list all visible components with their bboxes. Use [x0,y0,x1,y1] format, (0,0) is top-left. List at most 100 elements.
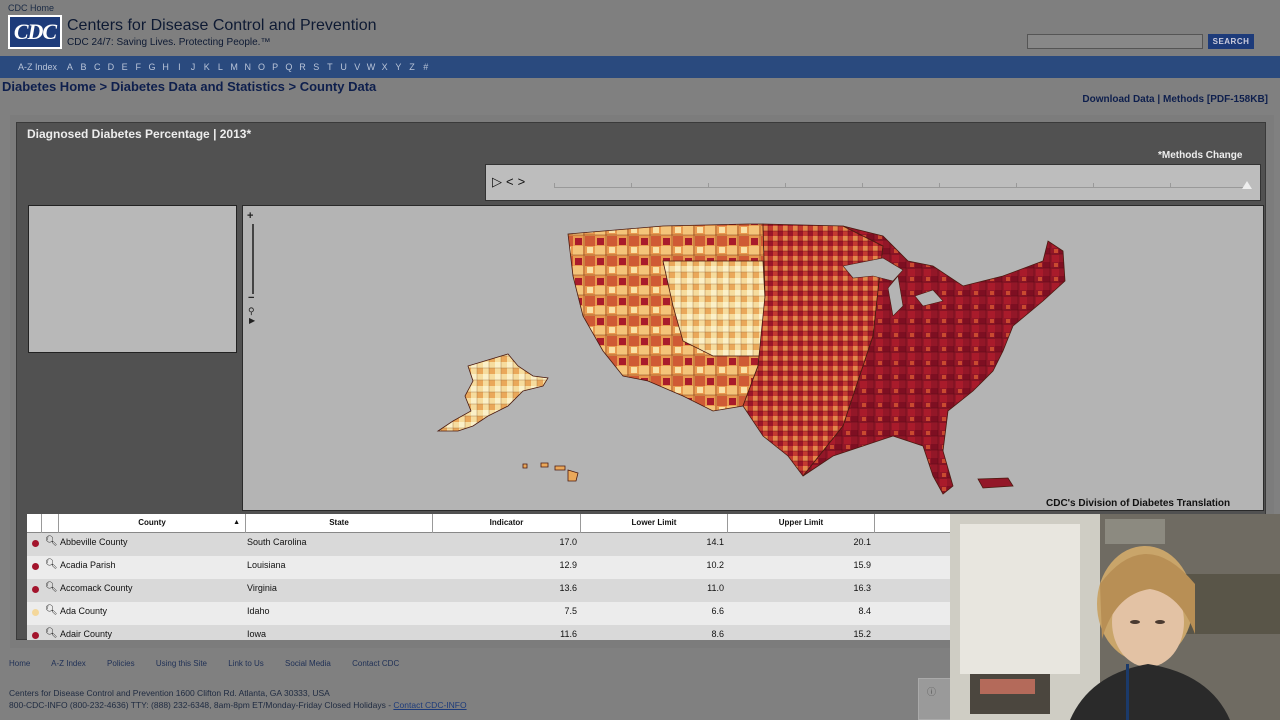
az-letter[interactable]: A [63,62,77,72]
cell-state: Louisiana [247,560,286,570]
az-letter[interactable]: X [378,62,392,72]
az-letter[interactable]: U [337,62,351,72]
az-letter[interactable]: Z [405,62,419,72]
az-letter[interactable]: V [350,62,364,72]
zoom-to-county-icon[interactable]: 🔍︎ [45,559,58,570]
zoom-to-county-icon[interactable]: 🔍︎ [45,628,58,639]
presenter-video-frame [950,514,1280,720]
cdc-home-link[interactable]: CDC Home [8,3,54,13]
zoom-to-county-icon[interactable]: 🔍︎ [45,605,58,616]
search-button[interactable]: SEARCH [1208,34,1254,49]
cell-indicator: 12.9 [559,560,577,570]
play-icon[interactable]: ▷ [492,174,506,189]
color-swatch [32,540,39,547]
az-letter[interactable]: T [323,62,337,72]
header-state[interactable]: State [246,514,433,533]
cdc-logo[interactable]: CDC [8,15,62,49]
color-swatch [32,632,39,639]
az-letter[interactable]: P [268,62,282,72]
az-letter[interactable]: L [214,62,228,72]
header-county[interactable]: County ▲ [59,514,246,533]
table-row[interactable]: 🔍︎ Abbeville County South Carolina 17.0 … [27,533,952,556]
sort-ascending-icon[interactable]: ▲ [233,514,240,532]
map-credit: CDC's Division of Diabetes Translation [1046,498,1231,509]
az-letter[interactable]: D [104,62,118,72]
breadcrumb-item-data-statistics[interactable]: Diabetes Data and Statistics [111,79,285,94]
cell-county: Accomack County [60,583,133,593]
footer-link-az-index[interactable]: A-Z Index [51,659,86,668]
search-input[interactable] [1027,34,1203,49]
table-row[interactable]: 🔍︎ Acadia Parish Louisiana 12.9 10.2 15.… [27,556,952,579]
az-letter[interactable]: F [131,62,145,72]
color-swatch [32,609,39,616]
puerto-rico [977,477,1014,489]
cell-lower-limit: 8.6 [711,629,724,639]
az-letter[interactable]: B [77,62,91,72]
zoom-to-county-icon[interactable]: 🔍︎ [45,582,58,593]
cell-upper-limit: 16.3 [853,583,871,593]
timeline-thumb[interactable] [1242,181,1252,189]
az-letter[interactable]: J [186,62,200,72]
methods-pdf-link[interactable]: Methods [PDF-158KB] [1163,94,1268,105]
header-upper-limit[interactable]: Upper Limit [728,514,875,533]
az-letter[interactable]: W [364,62,378,72]
az-letter[interactable]: M [227,62,241,72]
az-index-link[interactable]: A-Z Index [18,62,57,72]
az-letter[interactable]: Q [282,62,296,72]
header-color-column [27,514,42,533]
header-indicator[interactable]: Indicator [433,514,581,533]
footer-link-social-media[interactable]: Social Media [285,659,331,668]
zoom-in-icon[interactable]: + [247,210,253,222]
cell-county: Abbeville County [60,537,128,547]
table-row[interactable]: 🔍︎ Accomack County Virginia 13.6 11.0 16… [27,579,952,602]
breadcrumb: Diabetes Home > Diabetes Data and Statis… [2,79,376,94]
breadcrumb-separator: > [95,79,111,94]
cell-county: Acadia Parish [60,560,116,570]
download-data-link[interactable]: Download Data [1082,94,1154,105]
contact-cdc-info-link[interactable]: Contact CDC-INFO [393,700,466,710]
az-letter[interactable]: K [200,62,214,72]
footer-link-using-site[interactable]: Using this Site [156,659,207,668]
pan-arrow-icon[interactable]: ▶ [249,316,255,325]
map-zoom-control[interactable]: + − ⚲ ▶ [247,210,259,325]
timeline-tick [785,183,786,188]
zoom-out-icon[interactable]: − [248,292,254,304]
footer-link-home[interactable]: Home [9,659,30,668]
az-letter[interactable]: R [296,62,310,72]
footer-link-contact-cdc[interactable]: Contact CDC [352,659,399,668]
next-year-icon[interactable]: > [518,174,530,189]
header-lower-limit[interactable]: Lower Limit [581,514,728,533]
timeline-tick [708,183,709,188]
timeline-slider[interactable]: ▷<> [485,164,1261,201]
footer-phone-text: 800-CDC-INFO (800-232-4636) TTY: (888) 2… [9,700,394,710]
table-row[interactable]: 🔍︎ Adair County Iowa 11.6 8.6 15.2 [27,625,952,640]
previous-year-icon[interactable]: < [506,174,518,189]
az-letter[interactable]: Y [392,62,406,72]
az-letter[interactable]: G [145,62,159,72]
alaska [436,353,549,432]
footer-link-policies[interactable]: Policies [107,659,135,668]
zoom-slider[interactable] [252,224,254,294]
cell-upper-limit: 8.4 [858,606,871,616]
footer-link-link-to-us[interactable]: Link to Us [228,659,264,668]
timeline-track[interactable] [554,187,1246,188]
org-name[interactable]: Centers for Disease Control and Preventi… [67,17,377,35]
table-row[interactable]: 🔍︎ Ada County Idaho 7.5 6.6 8.4 [27,602,952,625]
cell-state: Idaho [247,606,270,616]
az-letter[interactable]: E [118,62,132,72]
az-letter[interactable]: C [90,62,104,72]
az-letter[interactable]: N [241,62,255,72]
zoom-to-county-icon[interactable]: 🔍︎ [45,536,58,547]
presenter-webcam [950,514,1280,720]
county-map[interactable] [242,205,1264,511]
az-letter[interactable]: # [419,62,433,72]
az-letter[interactable]: S [309,62,323,72]
az-letter[interactable]: O [255,62,269,72]
tagline: CDC 24/7: Saving Lives. Protecting Peopl… [67,37,271,48]
breadcrumb-separator: > [284,79,300,94]
cell-state: South Carolina [247,537,307,547]
panel-title: Diagnosed Diabetes Percentage | 2013* [27,127,252,141]
az-letter[interactable]: I [173,62,187,72]
az-letter[interactable]: H [159,62,173,72]
breadcrumb-item-diabetes-home[interactable]: Diabetes Home [2,79,96,94]
